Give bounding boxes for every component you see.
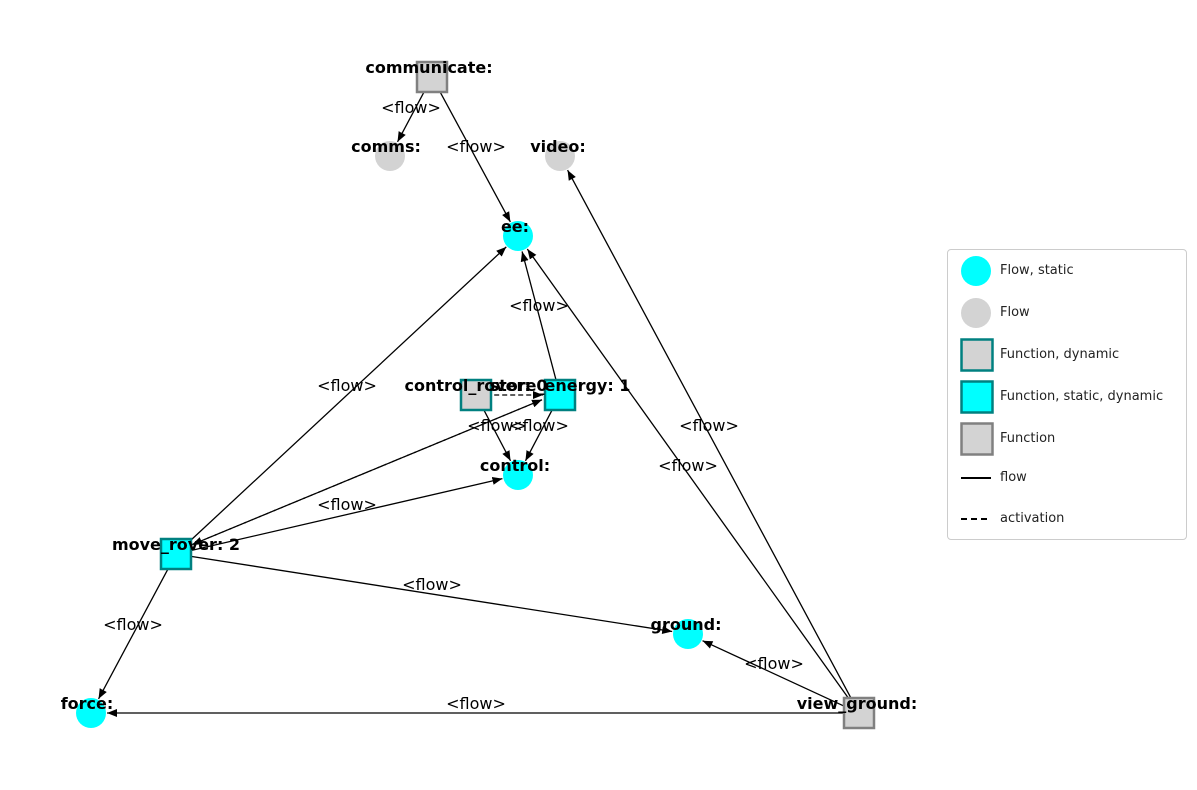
flow-circle-icon xyxy=(961,298,991,328)
legend-label: activation xyxy=(1000,511,1065,526)
legend-item-function-dynamic: Function, dynamic xyxy=(948,338,1186,372)
node-label-view-ground: view_ground: xyxy=(797,694,918,713)
edge-label-store_energy-to-control: <flow> xyxy=(509,416,569,435)
node-label-store-energy: store_energy: 1 xyxy=(490,376,631,395)
flow-static-circle-icon xyxy=(961,256,991,286)
edge-label-move_rover-to-force: <flow> xyxy=(103,615,163,634)
node-label-ee: ee: xyxy=(501,217,529,236)
legend-item-flow-static: Flow, static xyxy=(948,254,1186,288)
function-dynamic-square-icon xyxy=(960,338,994,372)
nodes-layer xyxy=(76,60,876,730)
legend-item-flow-line: flow xyxy=(948,461,1186,495)
legend-label: flow xyxy=(1000,470,1027,485)
edge-label-move_rover-to-ground: <flow> xyxy=(402,575,462,594)
legend-label: Function, static, dynamic xyxy=(1000,389,1164,404)
function-square-icon xyxy=(960,422,994,456)
edge-label-view_ground-to-ground: <flow> xyxy=(744,654,804,673)
legend-item-function: Function xyxy=(948,422,1186,456)
legend-label: Flow xyxy=(1000,305,1030,320)
node-label-move-rover: move_rover: 2 xyxy=(112,535,240,554)
edge-label-store_energy-to-ee: <flow> xyxy=(509,296,569,315)
node-label-control: control: xyxy=(480,456,550,475)
dashed-line-icon xyxy=(961,518,991,520)
edge-label-communicate-to-ee: <flow> xyxy=(446,137,506,156)
node-label-force: force: xyxy=(61,694,114,713)
function-static-dynamic-square-icon xyxy=(960,380,994,414)
legend-item-flow: Flow xyxy=(948,296,1186,330)
edge-label-view_ground-to-video: <flow> xyxy=(679,416,739,435)
node-label-video: video: xyxy=(530,137,586,156)
legend-label: Function, dynamic xyxy=(1000,347,1120,362)
edge-label-move_rover-to-control: <flow> xyxy=(317,495,377,514)
edge-label-view_ground-to-force: <flow> xyxy=(446,694,506,713)
node-label-comms: comms: xyxy=(351,137,421,156)
edge-store_energy-to-ee xyxy=(520,251,558,385)
legend-item-function-static-dynamic: Function, static, dynamic xyxy=(948,380,1186,414)
node-label-ground: ground: xyxy=(651,615,722,634)
legend-label: Function xyxy=(1000,431,1056,446)
node-label-communicate: communicate: xyxy=(365,58,492,77)
legend-item-activation-line: activation xyxy=(948,502,1186,536)
solid-line-icon xyxy=(961,477,991,479)
legend: Flow, static Flow Function, dynamic Func… xyxy=(947,249,1187,540)
edge-label-communicate-to-comms: <flow> xyxy=(381,98,441,117)
legend-label: Flow, static xyxy=(1000,263,1074,278)
edge-label-move_rover-to-ee: <flow> xyxy=(317,376,377,395)
edge-label-view_ground-to-ee: <flow> xyxy=(658,456,718,475)
